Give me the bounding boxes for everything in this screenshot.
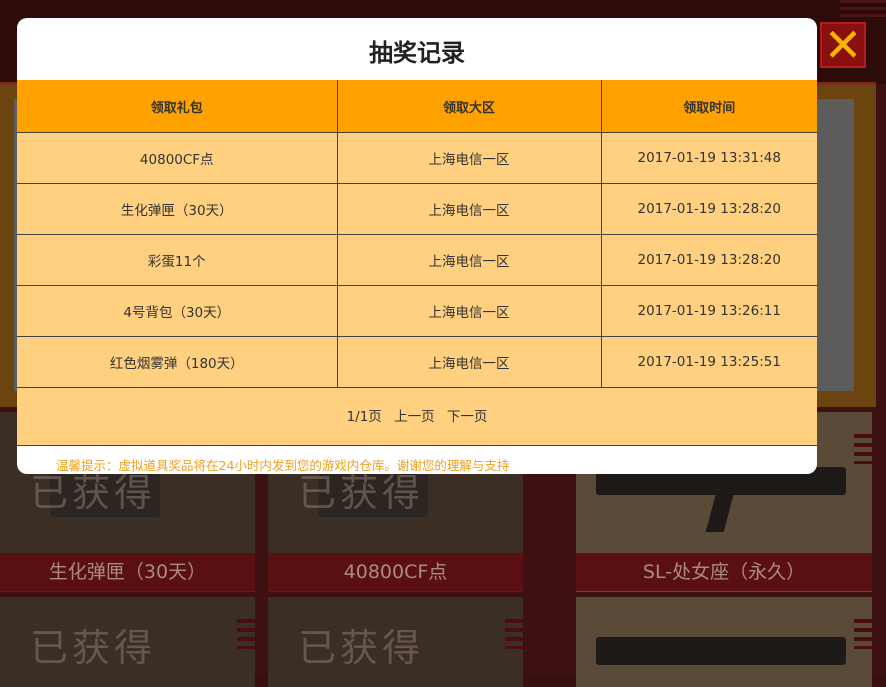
prize-card: 已获得 [0,597,255,687]
cell-gift: 4号背包（30天） [17,285,338,337]
modal-title: 抽奖记录 [369,39,465,67]
prize-card [576,597,872,687]
column-header-time: 领取时间 [600,80,817,133]
cell-region: 上海电信一区 [336,234,602,286]
cell-gift: 生化弹匣（30天） [17,183,338,235]
prize-label: SL-处女座（永久） [576,553,872,591]
lottery-records-modal: 抽奖记录 领取礼包 领取大区 领取时间 40800CF点 上海电信一区 2017… [17,18,817,474]
prev-page-link[interactable]: 上一页 [394,409,435,425]
table-row: 彩蛋11个 上海电信一区 2017-01-19 13:28:20 [17,234,817,286]
table-header-row: 领取礼包 领取大区 领取时间 [17,80,817,133]
cell-time: 2017-01-19 13:25:51 [600,336,817,388]
prize-card: 已获得 [268,597,523,687]
table-row: 生化弹匣（30天） 上海电信一区 2017-01-19 13:28:20 [17,183,817,235]
cell-gift: 40800CF点 [17,132,338,184]
records-table: 领取礼包 领取大区 领取时间 40800CF点 上海电信一区 2017-01-1… [17,80,817,388]
cell-region: 上海电信一区 [336,132,602,184]
prize-label: 40800CF点 [268,553,523,591]
pagination: 1/1页 上一页 下一页 [17,388,817,446]
decorative-lines [854,619,872,649]
rifle-grip [705,492,735,532]
decorative-lines [237,619,255,649]
column-header-gift: 领取礼包 [17,80,338,133]
decorative-lines [505,619,523,649]
cell-time: 2017-01-19 13:31:48 [600,132,817,184]
table-row: 40800CF点 上海电信一区 2017-01-19 13:31:48 [17,132,817,184]
close-x-icon: ✕ [823,18,863,72]
cell-gift: 红色烟雾弹（180天） [17,336,338,388]
decorative-stripes [840,0,886,20]
close-button[interactable]: ✕ [820,22,866,68]
cell-time: 2017-01-19 13:28:20 [600,183,817,235]
cell-time: 2017-01-19 13:28:20 [600,234,817,286]
table-row: 红色烟雾弹（180天） 上海电信一区 2017-01-19 13:25:51 [17,336,817,388]
obtained-overlay: 已获得 [298,626,425,670]
next-page-link[interactable]: 下一页 [447,409,488,425]
page-info: 1/1页 [346,409,382,425]
decorative-lines [854,434,872,464]
prize-label: 生化弹匣（30天） [0,553,255,591]
cell-gift: 彩蛋11个 [17,234,338,286]
cell-time: 2017-01-19 13:26:11 [600,285,817,337]
table-row: 4号背包（30天） 上海电信一区 2017-01-19 13:26:11 [17,285,817,337]
column-header-region: 领取大区 [336,80,602,133]
tip-notice: 温馨提示：虚拟道具奖品将在24小时内发到您的游戏内仓库。谢谢您的理解与支持 [56,458,510,473]
obtained-overlay: 已获得 [30,626,157,670]
cell-region: 上海电信一区 [336,336,602,388]
cell-region: 上海电信一区 [336,183,602,235]
gun-image [596,637,846,665]
cell-region: 上海电信一区 [336,285,602,337]
